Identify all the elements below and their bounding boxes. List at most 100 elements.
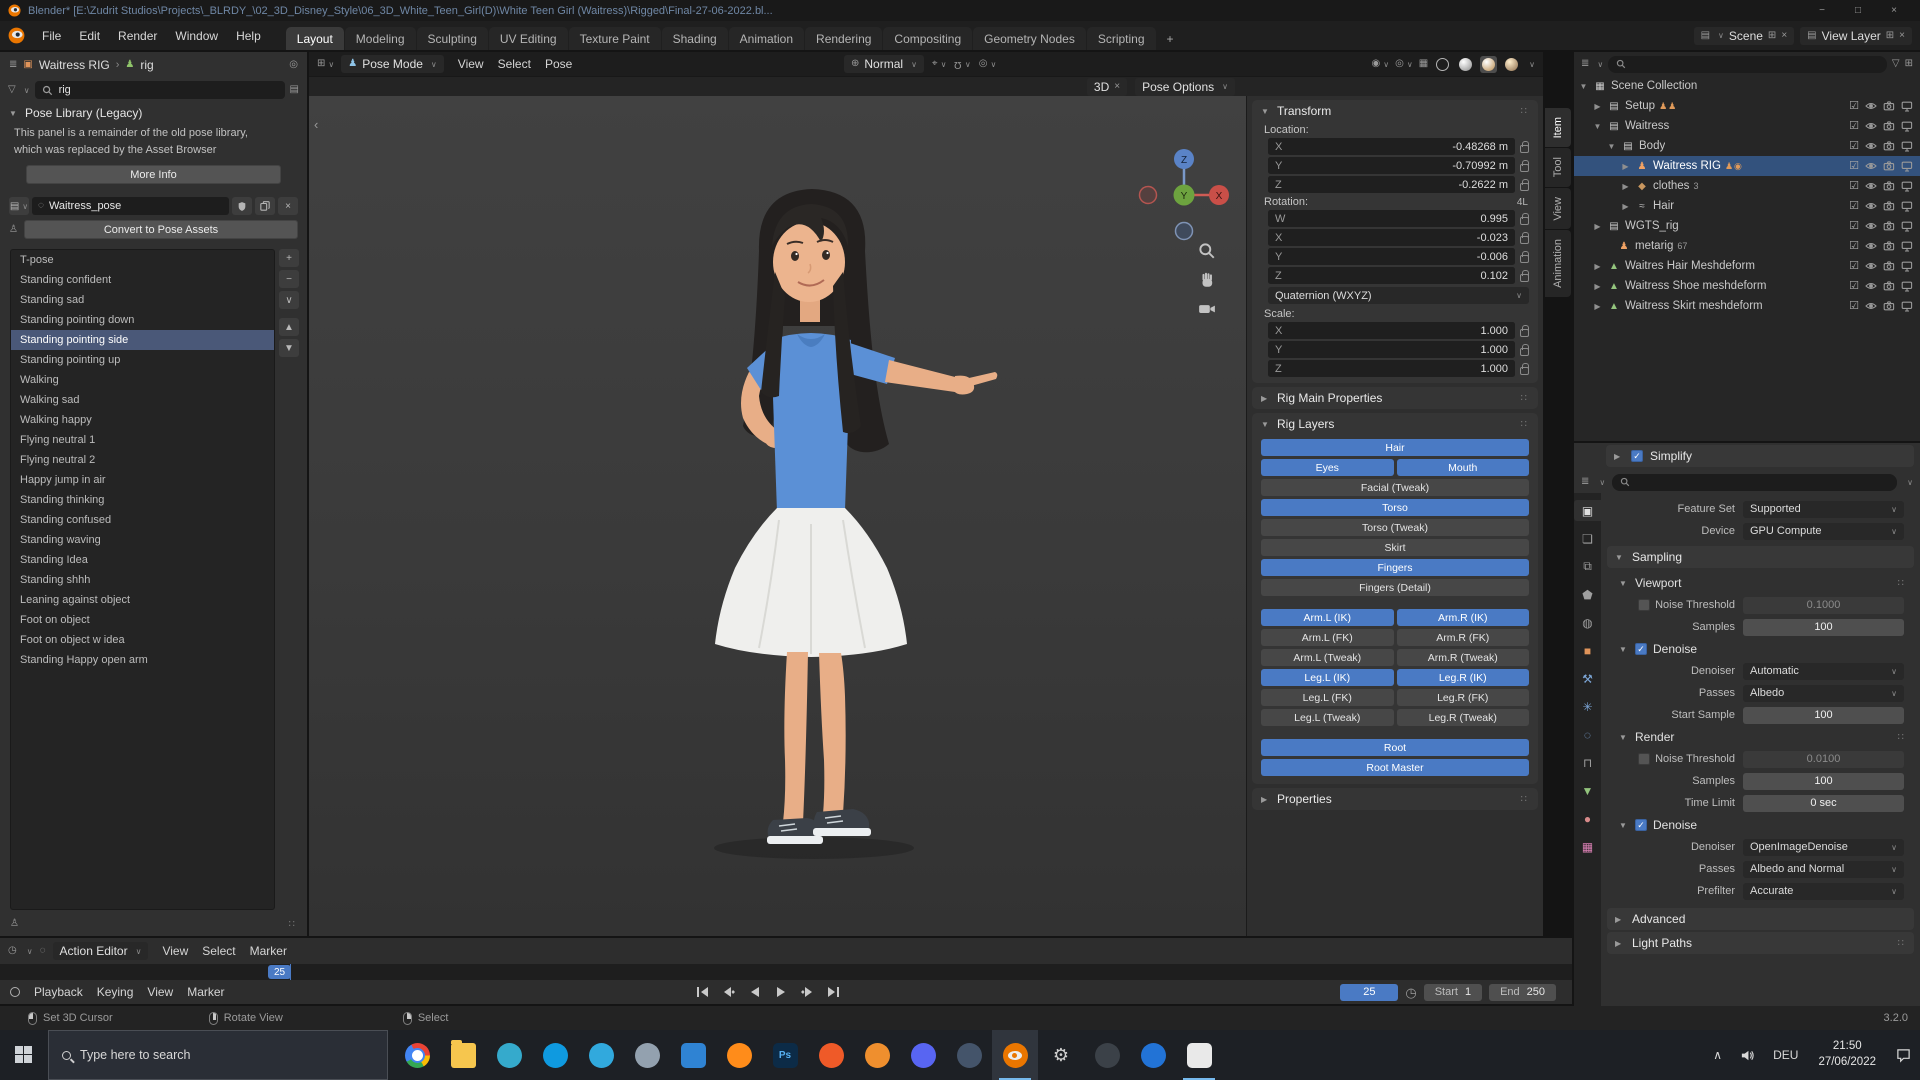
pose-list-item[interactable]: Standing Happy open arm — [11, 650, 274, 670]
tab-output-properties[interactable]: ❏ — [1574, 528, 1601, 549]
pose-list-item[interactable]: Foot on object — [11, 610, 274, 630]
pose-list-item[interactable]: Standing pointing side — [11, 330, 274, 350]
tab-constraints-properties[interactable]: ⊓ — [1574, 752, 1601, 773]
lock-icon[interactable] — [1520, 255, 1529, 263]
timeline-menu-item[interactable]: Playback — [27, 983, 90, 1001]
render-subpanel-header[interactable]: ▼Render∷ — [1605, 726, 1916, 748]
dope-sheet-editor-icon[interactable]: ◷ — [8, 946, 17, 956]
expand-icon[interactable]: ▼ — [1261, 107, 1271, 116]
camera-view-icon[interactable] — [1198, 300, 1216, 318]
tab-data-properties[interactable]: ▼ — [1574, 780, 1601, 801]
rig-layer-button[interactable]: Hair — [1261, 439, 1529, 456]
close-icon[interactable]: × — [1114, 82, 1120, 92]
sidebar-tab[interactable]: Animation — [1545, 230, 1571, 297]
end-frame-field[interactable]: End250 — [1489, 984, 1556, 1001]
expander-icon[interactable]: ▶ — [1592, 302, 1603, 311]
search-input[interactable]: rig — [35, 81, 285, 99]
checkbox-icon[interactable]: ☑ — [1849, 161, 1859, 172]
pose-list-item[interactable]: Standing pointing up — [11, 350, 274, 370]
dope-sheet-menu-item[interactable]: View — [155, 942, 195, 960]
pose-list-item[interactable]: Walking happy — [11, 410, 274, 430]
eye-icon[interactable] — [1865, 160, 1877, 172]
rig-layer-button[interactable]: Torso (Tweak) — [1261, 519, 1529, 536]
pan-hand-icon[interactable] — [1198, 271, 1216, 289]
scene-browse-icon[interactable]: ▤ — [1701, 31, 1710, 41]
blender-app-icon[interactable] — [8, 27, 25, 44]
shading-rendered-button[interactable] — [1503, 56, 1520, 73]
pose-list-item[interactable]: T-pose — [11, 250, 274, 270]
timeline-menu-item[interactable]: Marker — [180, 983, 231, 1001]
rig-layer-button[interactable]: Arm.L (FK) — [1261, 629, 1394, 646]
checkbox-icon[interactable]: ☑ — [1849, 181, 1859, 192]
tray-expand-icon[interactable]: ∧ — [1704, 1030, 1731, 1080]
pose-list-item[interactable]: Walking — [11, 370, 274, 390]
pose-options-dropdown[interactable]: Pose Options∨ — [1135, 78, 1235, 96]
vp-start-sample-field[interactable]: 100 — [1743, 707, 1904, 724]
r-denoiser-dropdown[interactable]: OpenImageDenoise∨ — [1743, 839, 1904, 856]
taskbar-app-icon[interactable] — [578, 1030, 624, 1080]
vp-samples-field[interactable]: 100 — [1743, 619, 1904, 636]
outliner-row[interactable]: ♟ metarig 67 ☑ — [1574, 236, 1920, 256]
duplicate-button[interactable] — [255, 197, 275, 215]
add-pose-button[interactable]: + — [279, 249, 299, 267]
checkbox-icon[interactable]: ☑ — [1849, 101, 1859, 112]
expander-icon[interactable]: ▶ — [1592, 262, 1603, 271]
tab-view-layer-properties[interactable]: ⧉ — [1574, 556, 1601, 577]
menu-item[interactable]: Window — [166, 27, 227, 45]
camera-icon[interactable] — [1883, 180, 1895, 192]
outliner-row[interactable]: ▶ ▤ Setup ♟♟ ☑ — [1574, 96, 1920, 116]
rig-layer-button[interactable]: Skirt — [1261, 539, 1529, 556]
playhead-frame-badge[interactable]: 25 — [268, 965, 291, 979]
lock-icon[interactable] — [1520, 217, 1529, 225]
location-field[interactable]: Y-0.70992 m — [1268, 157, 1515, 174]
taskbar-app-icon[interactable]: ⚙ — [1038, 1030, 1084, 1080]
viewport-menu-item[interactable]: View — [451, 55, 491, 73]
tab-render-properties[interactable]: ▣ — [1574, 500, 1601, 521]
eye-icon[interactable] — [1865, 220, 1877, 232]
outliner-row[interactable]: ▶ ♟ Waitress RIG ♟◉ ☑ — [1574, 156, 1920, 176]
taskbar-app-icon[interactable] — [808, 1030, 854, 1080]
rig-layer-button[interactable]: Leg.R (IK) — [1397, 669, 1530, 686]
workspace-tab[interactable]: Rendering — [805, 27, 882, 50]
timeline-menu-item[interactable]: View — [140, 983, 180, 1001]
workspace-tab[interactable]: Sculpting — [417, 27, 488, 50]
rig-layer-button[interactable]: Leg.L (IK) — [1261, 669, 1394, 686]
rig-layer-button[interactable]: Leg.L (FK) — [1261, 689, 1394, 706]
rig-layer-button[interactable]: Facial (Tweak) — [1261, 479, 1529, 496]
gizmo-negative-z[interactable] — [1176, 223, 1193, 240]
expander-icon[interactable]: ▶ — [1592, 282, 1603, 291]
monitor-icon[interactable] — [1901, 200, 1913, 212]
vp-denoiser-dropdown[interactable]: Automatic∨ — [1743, 663, 1904, 680]
r-noise-threshold-field[interactable]: 0.0100 — [1743, 751, 1904, 768]
taskbar-app-icon[interactable] — [1130, 1030, 1176, 1080]
vp-noise-threshold-checkbox[interactable] — [1638, 599, 1650, 611]
expander-icon[interactable]: ▶ — [1592, 102, 1603, 111]
view-layer-selector[interactable]: ▤ View Layer ⊞ × — [1800, 27, 1912, 45]
expand-icon[interactable]: ▼ — [9, 109, 19, 118]
expander-icon[interactable]: ▶ — [1592, 222, 1603, 231]
more-info-button[interactable]: More Info — [26, 165, 281, 184]
eye-icon[interactable] — [1865, 180, 1877, 192]
navigation-gizmo[interactable]: Z X Y — [1138, 143, 1230, 247]
scale-field[interactable]: X1.000 — [1268, 322, 1515, 339]
rig-layer-button[interactable]: Arm.L (IK) — [1261, 609, 1394, 626]
close-button[interactable]: × — [1876, 0, 1912, 21]
pose-list-item[interactable]: Flying neutral 2 — [11, 450, 274, 470]
resize-grip-icon[interactable]: ∷ — [289, 919, 297, 930]
monitor-icon[interactable] — [1901, 180, 1913, 192]
rig-layer-button[interactable]: Mouth — [1397, 459, 1530, 476]
tool-chip[interactable]: 3D× — [1087, 78, 1127, 96]
pose-list-item[interactable]: Standing pointing down — [11, 310, 274, 330]
rotation-mode-dropdown[interactable]: Quaternion (WXYZ)∨ — [1268, 287, 1529, 304]
new-scene-icon[interactable]: ⊞ — [1768, 31, 1776, 41]
rotation-field[interactable]: X-0.023 — [1268, 229, 1515, 246]
rig-layer-button[interactable]: Root Master — [1261, 759, 1529, 776]
pin-icon[interactable]: ◎ — [289, 60, 298, 70]
expander-icon[interactable]: ▼ — [1578, 82, 1589, 91]
jump-to-start-button[interactable] — [692, 984, 714, 1000]
rotation-lock-badge[interactable]: 4L — [1517, 197, 1528, 208]
camera-icon[interactable] — [1883, 300, 1895, 312]
preview-range-clock-icon[interactable]: ◷ — [1405, 986, 1416, 999]
vp-noise-threshold-field[interactable]: 0.1000 — [1743, 597, 1904, 614]
menu-item[interactable]: Edit — [70, 27, 109, 45]
